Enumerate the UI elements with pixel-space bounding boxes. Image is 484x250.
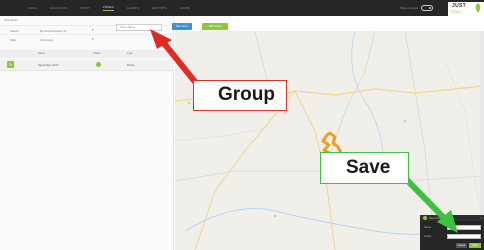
zone-name-input[interactable]: Zone...	[447, 225, 481, 230]
nav-item-dash[interactable]: DASH	[28, 6, 37, 10]
edit-pencil-icon[interactable]: ✎	[7, 61, 14, 68]
popup-header: Save Zone ×	[420, 215, 484, 221]
top-nav-bar: DASH ALGO DATA PRINT ZONES ALERTS REPORT…	[0, 0, 484, 16]
table-row[interactable]: ✎ September 2017 Route	[0, 59, 174, 71]
zone-group-select[interactable]	[447, 234, 481, 239]
row-type: Route	[127, 63, 135, 67]
add-group-button[interactable]: Add Group	[202, 23, 228, 30]
logo-text-bottom: TRAC	[450, 9, 463, 14]
nav-item-admin[interactable]: ADMIN	[180, 6, 190, 10]
show-groups-toggle-wrap: Show Groups	[400, 5, 434, 11]
popup-title: Save Zone	[429, 216, 442, 220]
logo-mark-icon	[475, 3, 481, 13]
nav-item-print[interactable]: PRINT	[80, 6, 90, 10]
column-header-name[interactable]: Name	[38, 52, 45, 55]
close-icon[interactable]: ×	[480, 216, 482, 220]
nav-item-algo-data[interactable]: ALGO DATA	[50, 6, 68, 10]
save-button[interactable]: Save	[469, 243, 481, 248]
filter-value[interactable]: My Zones/Groups (1)	[40, 29, 66, 33]
nav-item-reports[interactable]: REPORTS	[152, 6, 167, 10]
column-header-status[interactable]: Status	[93, 52, 100, 55]
nav-item-alerts[interactable]: ALERTS	[127, 6, 139, 10]
column-header-type[interactable]: Type	[127, 52, 133, 55]
show-groups-label: Show Groups	[400, 6, 419, 10]
row-name: September 2017	[38, 63, 59, 67]
nav-item-zones[interactable]: ZONES	[103, 5, 114, 11]
save-zone-popup: Save Zone × Name Zone... Group Cancel Sa…	[420, 215, 484, 250]
popup-name-label: Name	[424, 226, 431, 229]
status-dot	[96, 62, 101, 67]
annotation-save-label: Save	[320, 152, 409, 184]
group-name-select[interactable]: Group Name	[116, 24, 162, 31]
main-nav: DASH ALGO DATA PRINT ZONES ALERTS REPORT…	[28, 0, 190, 16]
cancel-button[interactable]: Cancel	[456, 243, 467, 248]
annotation-group-label: Group	[193, 80, 287, 111]
chevron-down-icon[interactable]: ▾	[92, 28, 94, 32]
filter-row-filter[interactable]: Filter All Groups ▾	[0, 34, 174, 43]
app-logo: JUST TRAC	[448, 2, 484, 16]
new-zone-button[interactable]: New Zone	[172, 23, 192, 30]
popup-status-dot	[423, 216, 427, 220]
filter-label: Search	[10, 29, 19, 33]
table-header: Name Status Type	[0, 50, 174, 58]
popup-group-label: Group	[424, 235, 432, 238]
filter-value[interactable]: All Groups	[40, 38, 53, 42]
chevron-down-icon[interactable]: ▾	[92, 37, 94, 41]
show-groups-toggle[interactable]	[421, 5, 434, 11]
zones-panel: View Zones Search My Zones/Groups (1) ▾ …	[0, 16, 174, 250]
filter-label: Filter	[10, 38, 17, 42]
panel-title: View Zones	[4, 19, 18, 22]
